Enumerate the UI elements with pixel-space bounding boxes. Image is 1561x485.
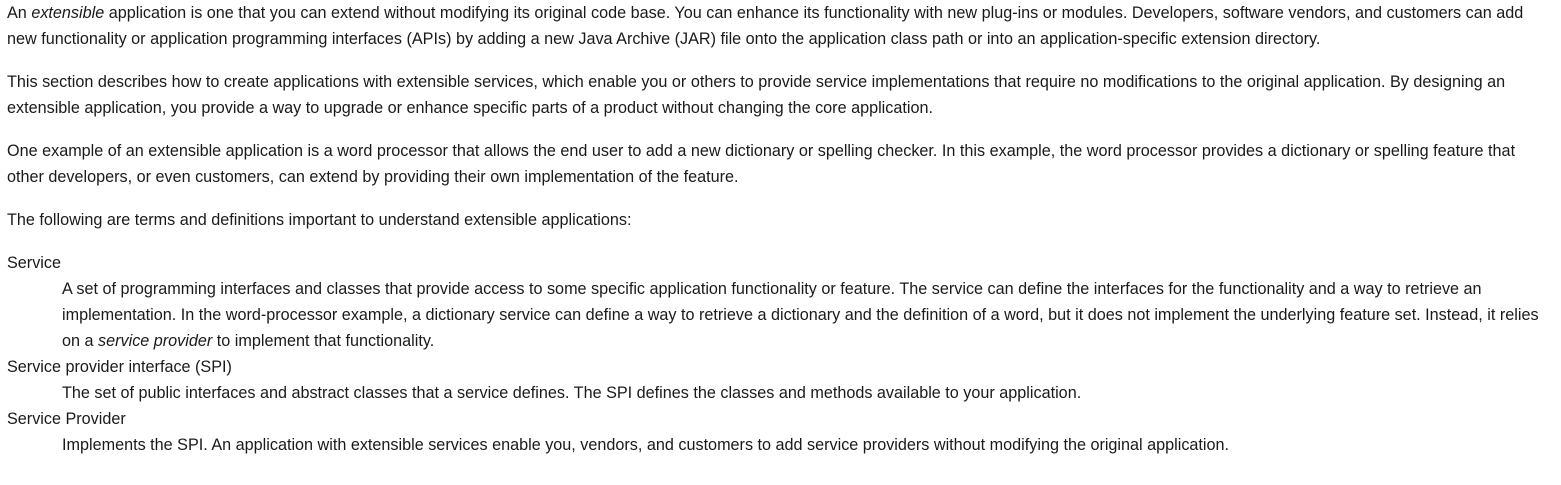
definition-list: Service A set of programming interfaces … [7,250,1553,458]
definition-service-rest: to implement that functionality. [212,332,435,350]
definition-service-provider: Implements the SPI. An application with … [62,436,1230,454]
intro-p1-rest: application is one that you can extend w… [7,4,1524,48]
intro-paragraph-services: This section describes how to create app… [7,73,1506,117]
term-service: Service [7,254,61,272]
intro-p1-lead: An [7,4,32,22]
intro-p1-emphasis: extensible [31,4,105,22]
definition-service: A set of programming interfaces and clas… [62,276,1553,354]
term-spi: Service provider interface (SPI) [7,358,232,376]
definition-spi: The set of public interfaces and abstrac… [62,384,1082,402]
intro-paragraph-terms: The following are terms and definitions … [7,211,632,229]
intro-paragraph-extensible: An extensible application is one that yo… [7,0,1553,52]
document-page: An extensible application is one that yo… [0,0,1561,458]
term-service-provider: Service Provider [7,410,126,428]
definition-service-emphasis: service provider [98,332,213,350]
intro-paragraph-example: One example of an extensible application… [7,142,1516,186]
